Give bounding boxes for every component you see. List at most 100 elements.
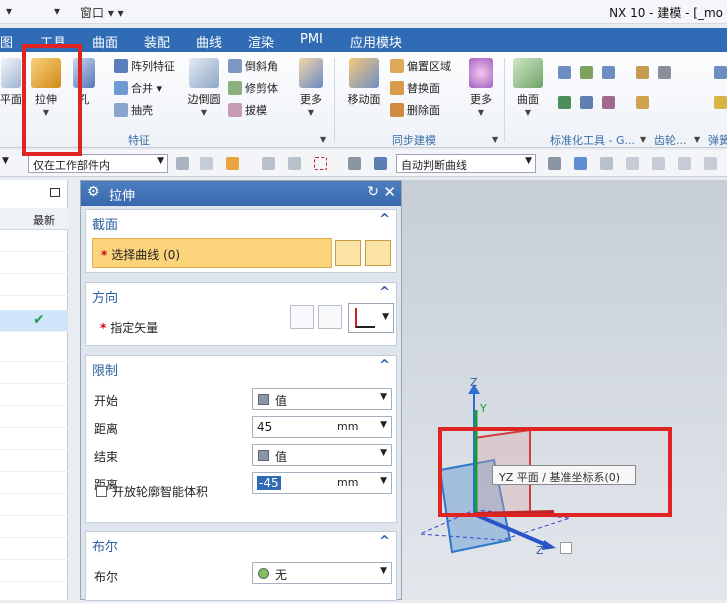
chevron-down-icon[interactable]: ▼	[2, 156, 9, 166]
vector-dialog-button[interactable]	[318, 305, 342, 329]
list-item[interactable]	[0, 428, 68, 450]
select-icon[interactable]	[374, 157, 387, 170]
list-item[interactable]	[0, 406, 68, 428]
chamfer-button[interactable]: 倒斜角	[228, 58, 278, 74]
list-item[interactable]	[0, 362, 68, 384]
chevron-down-icon[interactable]: ▼	[320, 135, 326, 144]
start-distance-input[interactable]: 45 mm ▼	[252, 416, 392, 438]
tool-icon[interactable]	[558, 96, 571, 109]
gear-tool-icon[interactable]	[636, 66, 649, 79]
boolean-dropdown[interactable]: 无 ▼	[252, 562, 392, 584]
curve-rule-icon[interactable]	[574, 157, 587, 170]
list-item[interactable]	[0, 494, 68, 516]
select-icon[interactable]	[176, 157, 189, 170]
select-icon[interactable]	[200, 157, 213, 170]
gear-tool-icon[interactable]	[658, 66, 671, 79]
surface-button[interactable]: 曲面 ▼	[510, 58, 546, 117]
csys-handle-icon[interactable]	[560, 542, 572, 554]
end-distance-input[interactable]: -45 mm ▼	[252, 472, 392, 494]
curve-rule-icon[interactable]	[678, 157, 691, 170]
curve-rule-icon[interactable]	[626, 157, 639, 170]
reset-icon[interactable]: ↻	[367, 184, 379, 200]
tab-render[interactable]: 渲染	[248, 32, 274, 51]
quick-access-dropdown[interactable]: ▾	[54, 4, 60, 18]
dialog-title-bar[interactable]: ⚙ 拉伸 ↻ ✕	[81, 181, 401, 206]
gear-icon[interactable]: ⚙	[87, 184, 100, 200]
reverse-direction-button[interactable]	[290, 305, 314, 329]
select-icon[interactable]	[348, 157, 361, 170]
tab-assembly[interactable]: 装配	[144, 32, 170, 51]
tab-view[interactable]: 图	[0, 32, 13, 51]
curve-rule-icon[interactable]	[548, 157, 561, 170]
sketch-section-button[interactable]	[335, 240, 361, 266]
list-item[interactable]	[0, 230, 68, 252]
curve-rule-dropdown[interactable]: 自动判断曲线 ▼	[396, 154, 536, 173]
list-item[interactable]	[0, 340, 68, 362]
chevron-up-icon[interactable]: ^	[379, 212, 390, 227]
delete-face-button[interactable]: 删除面	[390, 102, 440, 118]
quick-access-dropdown[interactable]: ▾	[6, 4, 12, 18]
draft-button[interactable]: 拔模	[228, 102, 267, 118]
tool-icon[interactable]	[580, 96, 593, 109]
tool-icon[interactable]	[602, 96, 615, 109]
tool-icon[interactable]	[558, 66, 571, 79]
curve-rule-icon[interactable]	[704, 157, 717, 170]
list-item[interactable]	[0, 516, 68, 538]
graphics-window[interactable]: Z Y Z	[402, 180, 727, 600]
open-profile-checkbox[interactable]	[96, 486, 107, 497]
snap-icon[interactable]	[288, 157, 301, 170]
offset-region-button[interactable]: 偏置区域	[390, 58, 451, 74]
select-curve-row[interactable]: * 选择曲线 (0)	[92, 238, 332, 268]
more-features-button[interactable]: 更多 ▼	[296, 58, 326, 117]
chevron-up-icon[interactable]: ^	[379, 285, 390, 300]
chevron-down-icon[interactable]: ▼	[510, 108, 546, 117]
chevron-down-icon[interactable]: ▼	[466, 108, 496, 117]
start-limit-dropdown[interactable]: 值 ▼	[252, 388, 392, 410]
replace-face-button[interactable]: 替换面	[390, 80, 440, 96]
chevron-up-icon[interactable]: ^	[379, 358, 390, 373]
chevron-down-icon[interactable]: ▼	[492, 135, 498, 144]
list-item[interactable]	[0, 538, 68, 560]
edge-blend-button[interactable]: 边倒圆 ▼	[182, 58, 226, 117]
chevron-up-icon[interactable]: ^	[379, 534, 390, 549]
spring-icon[interactable]	[714, 96, 727, 109]
trim-body-button[interactable]: 修剪体	[228, 80, 278, 96]
spring-icon[interactable]	[714, 66, 727, 79]
list-item[interactable]	[0, 252, 68, 274]
datum-plane-button[interactable]: 平面	[0, 58, 24, 107]
chevron-down-icon[interactable]: ▼	[380, 420, 387, 430]
vector-type-dropdown[interactable]: ▼	[348, 303, 394, 333]
chevron-down-icon[interactable]: ▼	[694, 135, 700, 144]
gear-tool-icon[interactable]	[636, 96, 649, 109]
chevron-down-icon[interactable]: ▼	[182, 108, 226, 117]
shell-button[interactable]: 抽壳	[114, 102, 153, 118]
list-item[interactable]	[0, 274, 68, 296]
column-header-latest[interactable]: 最新	[33, 212, 55, 228]
end-limit-dropdown[interactable]: 值 ▼	[252, 444, 392, 466]
tab-application[interactable]: 应用模块	[350, 32, 402, 51]
chevron-down-icon[interactable]: ▼	[640, 135, 646, 144]
list-item[interactable]	[0, 472, 68, 494]
list-item[interactable]	[0, 450, 68, 472]
close-icon[interactable]: ✕	[383, 183, 396, 201]
curve-rule-icon[interactable]	[600, 157, 613, 170]
list-item[interactable]	[0, 560, 68, 582]
chevron-down-icon[interactable]: ▼	[380, 476, 387, 486]
list-item[interactable]	[0, 384, 68, 406]
move-face-button[interactable]: 移动面	[344, 58, 384, 107]
window-menu[interactable]: 窗口 ▾ ▾	[80, 4, 124, 21]
chevron-down-icon[interactable]: ▼	[296, 108, 326, 117]
tool-icon[interactable]	[580, 66, 593, 79]
curve-select-button[interactable]	[365, 240, 391, 266]
maximize-icon[interactable]	[50, 188, 60, 197]
pattern-feature-button[interactable]: 阵列特征	[114, 58, 175, 74]
unite-button[interactable]: 合并 ▾	[114, 80, 162, 96]
tab-surface[interactable]: 曲面	[92, 32, 118, 51]
tab-curve[interactable]: 曲线	[196, 32, 222, 51]
snap-icon[interactable]	[262, 157, 275, 170]
curve-rule-icon[interactable]	[652, 157, 665, 170]
box-select-icon[interactable]	[314, 157, 327, 170]
selection-scope-dropdown[interactable]: 仅在工作部件内 ▼	[28, 154, 168, 173]
list-item-selected[interactable]: ✔	[0, 310, 68, 332]
tab-pmi[interactable]: PMI	[300, 32, 323, 47]
